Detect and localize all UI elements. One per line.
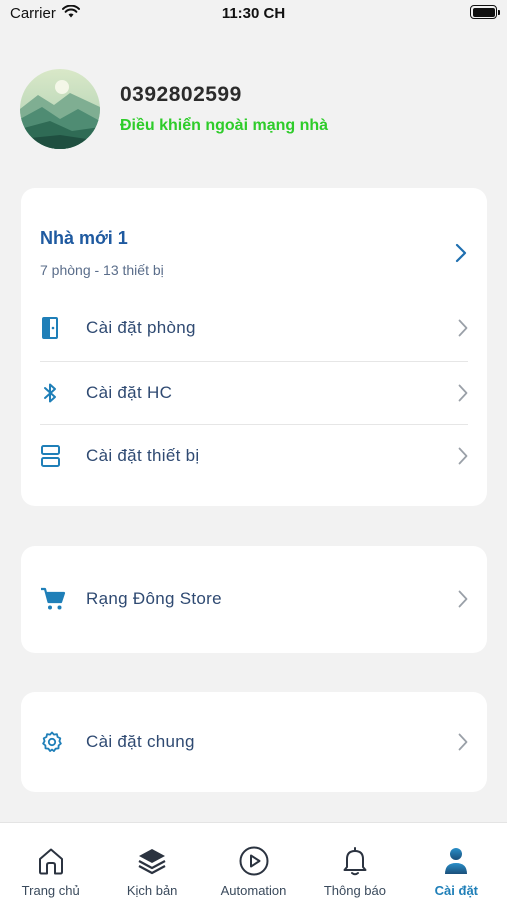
menu-label: Rạng Đông Store (86, 589, 222, 608)
gear-icon (40, 730, 70, 754)
menu-device-settings[interactable]: Cài đặt thiết bị (40, 425, 468, 487)
chevron-right-icon (448, 590, 468, 608)
home-summary: 7 phòng - 13 thiết bị (40, 262, 164, 278)
tab-notifications[interactable]: Thông báo (304, 823, 405, 900)
battery-icon (470, 5, 500, 19)
home-name: Nhà mới 1 (40, 228, 128, 248)
menu-room-settings[interactable]: Cài đặt phòng (40, 297, 468, 359)
home-info[interactable]: Nhà mới 1 7 phòng - 13 thiết bị (40, 228, 164, 278)
chevron-right-icon (448, 319, 468, 337)
bottom-tab-bar: Trang chủ Kịch bản Automation Thông báo … (0, 822, 507, 900)
tab-label: Automation (220, 883, 287, 898)
tab-label: Kịch bản (126, 883, 178, 898)
tab-scenarios[interactable]: Kịch bản (101, 823, 202, 900)
home-card: Nhà mới 1 7 phòng - 13 thiết bị Cài đặt … (21, 188, 487, 506)
door-icon (40, 316, 70, 340)
tab-label: Cài đặt (434, 883, 478, 898)
device-icon (40, 444, 70, 468)
general-settings-card: Cài đặt chung (21, 692, 487, 792)
layers-icon (136, 845, 168, 877)
bell-icon (339, 845, 371, 877)
store-card: Rạng Đông Store (21, 546, 487, 653)
menu-label: Cài đặt thiết bị (86, 446, 200, 465)
profile-header[interactable]: 0392802599 Điều khiển ngoài mạng nhà (20, 69, 328, 149)
tab-automation[interactable]: Automation (203, 823, 304, 900)
menu-label: Cài đặt HC (86, 383, 173, 402)
bluetooth-icon (40, 381, 70, 405)
menu-label: Cài đặt chung (86, 732, 195, 751)
tab-home[interactable]: Trang chủ (0, 823, 101, 900)
menu-hc-settings[interactable]: Cài đặt HC (40, 362, 468, 424)
avatar[interactable] (20, 69, 100, 149)
tab-settings[interactable]: Cài đặt (406, 823, 507, 900)
menu-label: Cài đặt phòng (86, 318, 196, 337)
chevron-right-icon (448, 733, 468, 751)
tab-label: Thông báo (323, 883, 386, 898)
chevron-right-icon (448, 447, 468, 465)
chevron-right-icon (448, 384, 468, 402)
status-bar: Carrier 11:30 CH (0, 0, 507, 30)
home-icon (35, 845, 67, 877)
user-icon (440, 845, 472, 877)
remote-control-status: Điều khiển ngoài mạng nhà (120, 117, 329, 134)
menu-general-settings[interactable]: Cài đặt chung (40, 711, 468, 773)
play-circle-icon (238, 845, 270, 877)
menu-store[interactable]: Rạng Đông Store (40, 568, 468, 630)
profile-info: 0392802599 Điều khiển ngoài mạng nhà (120, 83, 328, 135)
cart-icon (40, 587, 70, 611)
tab-label: Trang chủ (21, 883, 80, 898)
status-time: 11:30 CH (221, 5, 286, 22)
phone-number: 0392802599 (120, 83, 242, 106)
chevron-right-icon[interactable] (455, 243, 467, 268)
